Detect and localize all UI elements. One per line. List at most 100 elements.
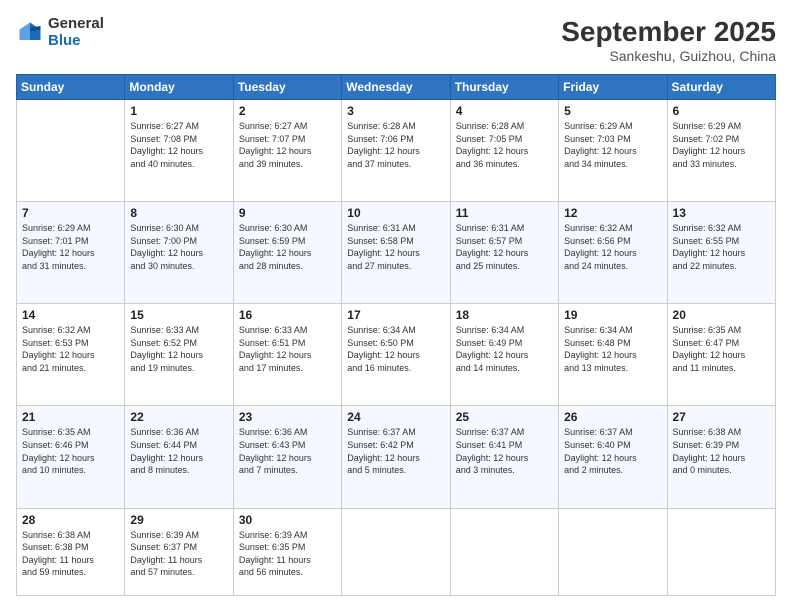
table-cell: 28 Sunrise: 6:38 AM Sunset: 6:38 PM Dayli…: [17, 508, 125, 596]
header: General Blue September 2025 Sankeshu, Gu…: [16, 16, 776, 64]
day-info: Sunrise: 6:28 AM Sunset: 7:05 PM Dayligh…: [456, 120, 553, 170]
day-number: 5: [564, 104, 661, 118]
logo-blue: Blue: [48, 33, 104, 50]
day-info: Sunrise: 6:31 AM Sunset: 6:57 PM Dayligh…: [456, 222, 553, 272]
day-info: Sunrise: 6:37 AM Sunset: 6:42 PM Dayligh…: [347, 426, 444, 476]
table-cell: 4 Sunrise: 6:28 AM Sunset: 7:05 PM Daylig…: [450, 100, 558, 202]
header-wednesday: Wednesday: [342, 75, 450, 100]
table-cell: 3 Sunrise: 6:28 AM Sunset: 7:06 PM Daylig…: [342, 100, 450, 202]
logo-icon: [16, 19, 44, 47]
header-sunday: Sunday: [17, 75, 125, 100]
day-info: Sunrise: 6:30 AM Sunset: 7:00 PM Dayligh…: [130, 222, 227, 272]
day-number: 28: [22, 513, 119, 527]
day-info: Sunrise: 6:34 AM Sunset: 6:50 PM Dayligh…: [347, 324, 444, 374]
day-number: 26: [564, 410, 661, 424]
table-cell: 30 Sunrise: 6:39 AM Sunset: 6:35 PM Dayli…: [233, 508, 341, 596]
table-cell: 13Sunrise: 6:32 AM Sunset: 6:55 PM Dayli…: [667, 202, 775, 304]
calendar-title: September 2025: [561, 16, 776, 48]
table-cell: 9 Sunrise: 6:30 AM Sunset: 6:59 PM Daylig…: [233, 202, 341, 304]
table-cell: [342, 508, 450, 596]
table-cell: 16 Sunrise: 6:33 AM Sunset: 6:51 PM Dayli…: [233, 304, 341, 406]
table-cell: 14 Sunrise: 6:32 AM Sunset: 6:53 PM Dayli…: [17, 304, 125, 406]
table-cell: [450, 508, 558, 596]
day-number: 8: [130, 206, 227, 220]
page: General Blue September 2025 Sankeshu, Gu…: [0, 0, 792, 612]
day-info: Sunrise: 6:35 AM Sunset: 6:47 PM Dayligh…: [673, 324, 770, 374]
day-info: Sunrise: 6:36 AM Sunset: 6:43 PM Dayligh…: [239, 426, 336, 476]
day-info: Sunrise: 6:38 AM Sunset: 6:38 PM Dayligh…: [22, 529, 119, 579]
day-number: 20: [673, 308, 770, 322]
day-info: Sunrise: 6:30 AM Sunset: 6:59 PM Dayligh…: [239, 222, 336, 272]
day-number: 25: [456, 410, 553, 424]
day-info: Sunrise: 6:38 AM Sunset: 6:39 PM Dayligh…: [673, 426, 770, 476]
table-cell: 1 Sunrise: 6:27 AM Sunset: 7:08 PM Daylig…: [125, 100, 233, 202]
logo-general: General: [48, 16, 104, 33]
day-info: Sunrise: 6:33 AM Sunset: 6:52 PM Dayligh…: [130, 324, 227, 374]
table-cell: 17 Sunrise: 6:34 AM Sunset: 6:50 PM Dayli…: [342, 304, 450, 406]
day-info: Sunrise: 6:37 AM Sunset: 6:41 PM Dayligh…: [456, 426, 553, 476]
day-number: 16: [239, 308, 336, 322]
table-cell: [667, 508, 775, 596]
table-cell: 26 Sunrise: 6:37 AM Sunset: 6:40 PM Dayli…: [559, 406, 667, 508]
table-cell: 5 Sunrise: 6:29 AM Sunset: 7:03 PM Daylig…: [559, 100, 667, 202]
day-number: 15: [130, 308, 227, 322]
table-cell: 12 Sunrise: 6:32 AM Sunset: 6:56 PM Dayli…: [559, 202, 667, 304]
day-number: 6: [673, 104, 770, 118]
day-number: 11: [456, 206, 553, 220]
table-cell: 27 Sunrise: 6:38 AM Sunset: 6:39 PM Dayli…: [667, 406, 775, 508]
day-number: 14: [22, 308, 119, 322]
day-number: 10: [347, 206, 444, 220]
day-number: 21: [22, 410, 119, 424]
day-info: Sunrise: 6:35 AM Sunset: 6:46 PM Dayligh…: [22, 426, 119, 476]
day-number: 12: [564, 206, 661, 220]
header-thursday: Thursday: [450, 75, 558, 100]
table-cell: 15 Sunrise: 6:33 AM Sunset: 6:52 PM Dayli…: [125, 304, 233, 406]
table-cell: 22Sunrise: 6:36 AM Sunset: 6:44 PM Dayli…: [125, 406, 233, 508]
day-info: Sunrise: 6:37 AM Sunset: 6:40 PM Dayligh…: [564, 426, 661, 476]
table-cell: 24 Sunrise: 6:37 AM Sunset: 6:42 PM Dayli…: [342, 406, 450, 508]
day-info: Sunrise: 6:32 AM Sunset: 6:53 PM Dayligh…: [22, 324, 119, 374]
calendar-subtitle: Sankeshu, Guizhou, China: [561, 48, 776, 64]
table-cell: 2Sunrise: 6:27 AM Sunset: 7:07 PM Daylig…: [233, 100, 341, 202]
day-info: Sunrise: 6:34 AM Sunset: 6:49 PM Dayligh…: [456, 324, 553, 374]
day-info: Sunrise: 6:32 AM Sunset: 6:55 PM Dayligh…: [673, 222, 770, 272]
day-info: Sunrise: 6:27 AM Sunset: 7:07 PM Dayligh…: [239, 120, 336, 170]
day-info: Sunrise: 6:29 AM Sunset: 7:03 PM Dayligh…: [564, 120, 661, 170]
day-number: 23: [239, 410, 336, 424]
table-cell: 18 Sunrise: 6:34 AM Sunset: 6:49 PM Dayli…: [450, 304, 558, 406]
day-number: 18: [456, 308, 553, 322]
day-info: Sunrise: 6:32 AM Sunset: 6:56 PM Dayligh…: [564, 222, 661, 272]
table-cell: 10Sunrise: 6:31 AM Sunset: 6:58 PM Dayli…: [342, 202, 450, 304]
day-number: 27: [673, 410, 770, 424]
table-cell: 19 Sunrise: 6:34 AM Sunset: 6:48 PM Dayli…: [559, 304, 667, 406]
day-number: 7: [22, 206, 119, 220]
day-info: Sunrise: 6:27 AM Sunset: 7:08 PM Dayligh…: [130, 120, 227, 170]
weekday-header-row: Sunday Monday Tuesday Wednesday Thursday…: [17, 75, 776, 100]
day-number: 24: [347, 410, 444, 424]
day-number: 17: [347, 308, 444, 322]
day-number: 3: [347, 104, 444, 118]
calendar-table: Sunday Monday Tuesday Wednesday Thursday…: [16, 74, 776, 596]
day-number: 9: [239, 206, 336, 220]
table-cell: 23 Sunrise: 6:36 AM Sunset: 6:43 PM Dayli…: [233, 406, 341, 508]
logo: General Blue: [16, 16, 104, 49]
table-cell: 7 Sunrise: 6:29 AM Sunset: 7:01 PM Daylig…: [17, 202, 125, 304]
day-number: 19: [564, 308, 661, 322]
header-saturday: Saturday: [667, 75, 775, 100]
day-info: Sunrise: 6:34 AM Sunset: 6:48 PM Dayligh…: [564, 324, 661, 374]
day-info: Sunrise: 6:29 AM Sunset: 7:01 PM Dayligh…: [22, 222, 119, 272]
title-block: September 2025 Sankeshu, Guizhou, China: [561, 16, 776, 64]
day-info: Sunrise: 6:28 AM Sunset: 7:06 PM Dayligh…: [347, 120, 444, 170]
table-cell: 25 Sunrise: 6:37 AM Sunset: 6:41 PM Dayli…: [450, 406, 558, 508]
table-cell: [559, 508, 667, 596]
day-info: Sunrise: 6:39 AM Sunset: 6:37 PM Dayligh…: [130, 529, 227, 579]
day-number: 30: [239, 513, 336, 527]
table-cell: [17, 100, 125, 202]
day-number: 1: [130, 104, 227, 118]
header-friday: Friday: [559, 75, 667, 100]
day-info: Sunrise: 6:39 AM Sunset: 6:35 PM Dayligh…: [239, 529, 336, 579]
day-number: 29: [130, 513, 227, 527]
header-monday: Monday: [125, 75, 233, 100]
day-number: 4: [456, 104, 553, 118]
day-info: Sunrise: 6:33 AM Sunset: 6:51 PM Dayligh…: [239, 324, 336, 374]
